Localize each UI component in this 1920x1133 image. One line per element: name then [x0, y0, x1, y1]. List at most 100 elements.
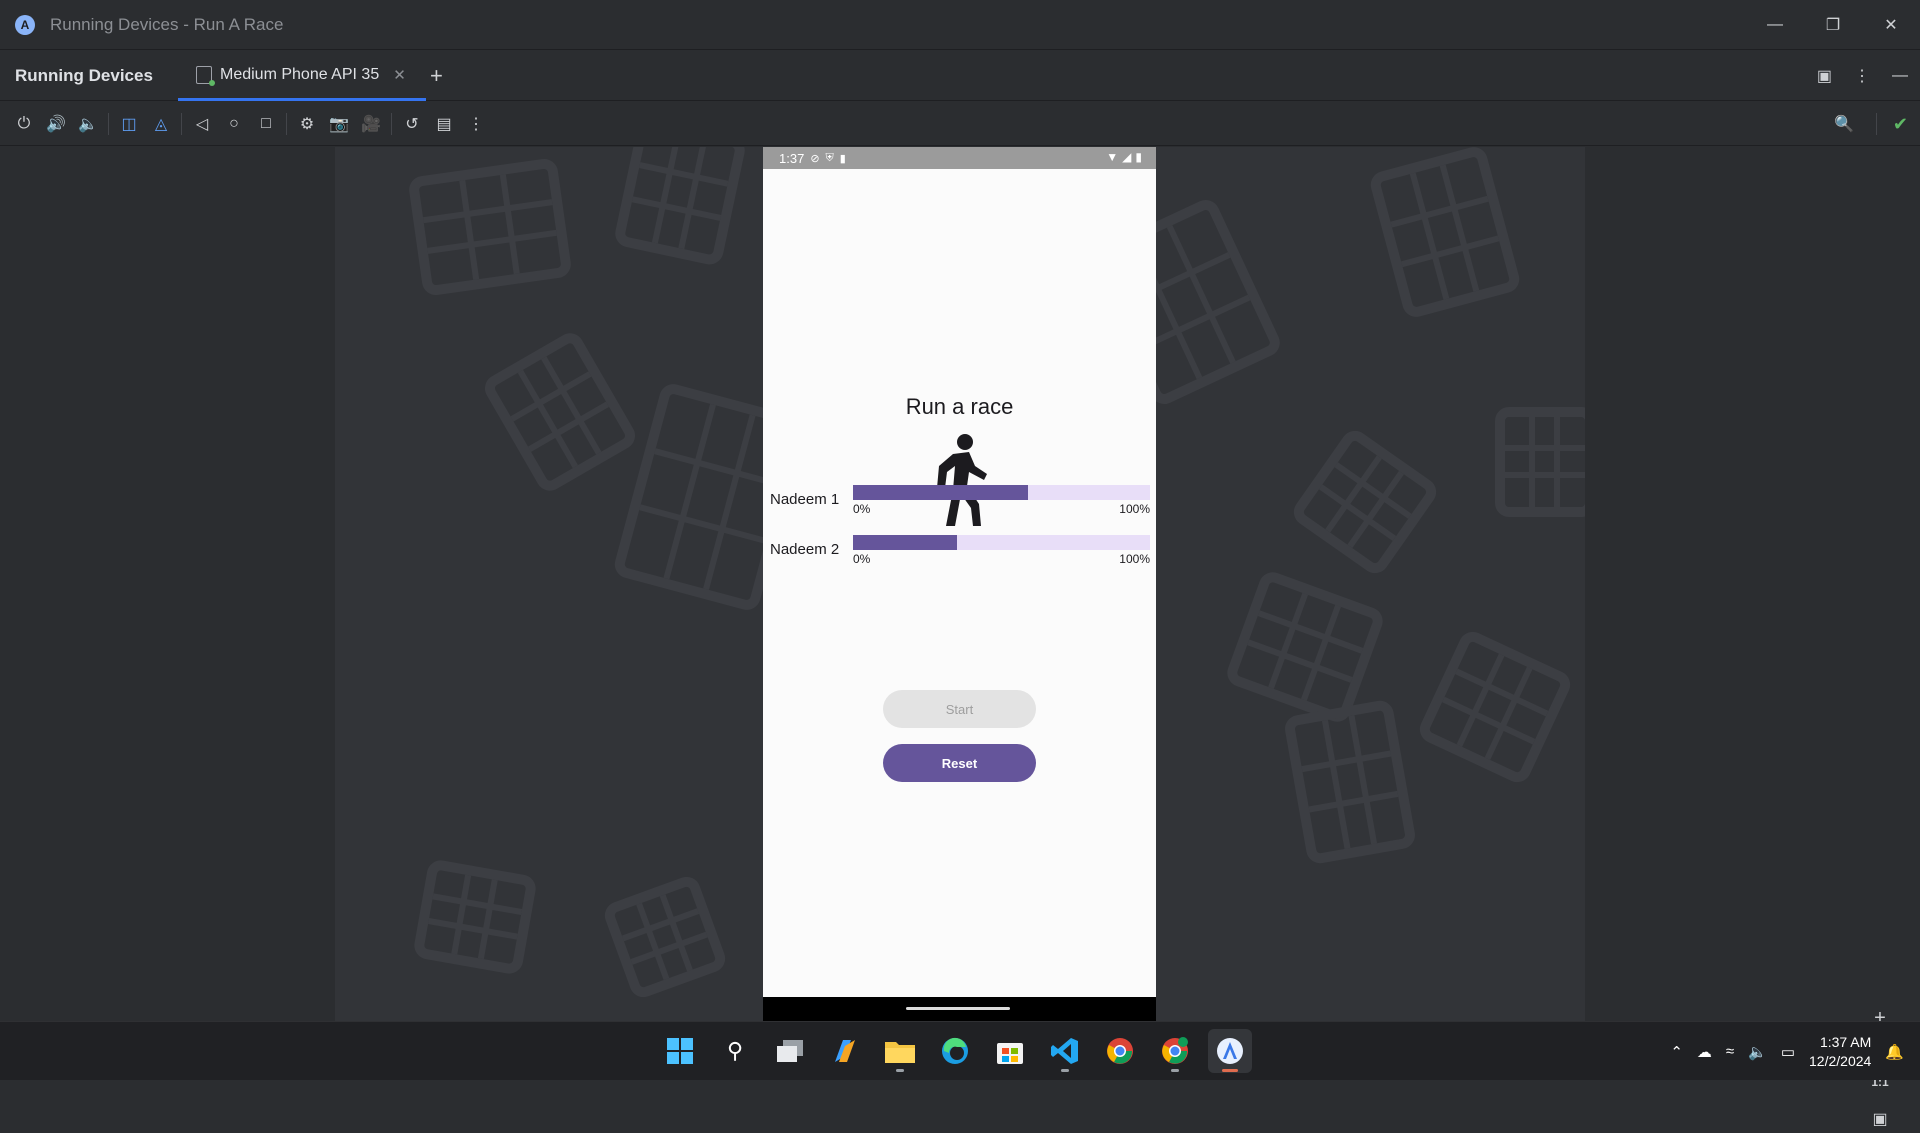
do-not-disturb-icon: ⊘: [810, 152, 820, 165]
device-icon: [196, 65, 215, 86]
panel-title: Running Devices: [15, 65, 153, 85]
volume-down-icon[interactable]: 🔈: [72, 109, 104, 139]
device-settings-icon[interactable]: ⚙: [291, 109, 323, 139]
search-icon[interactable]: ⚲: [713, 1029, 757, 1073]
vscode-icon[interactable]: [1043, 1029, 1087, 1073]
tab-medium-phone[interactable]: Medium Phone API 35 ✕: [178, 51, 426, 101]
title-bar: A Running Devices - Run A Race — ❐ ✕: [0, 0, 1920, 50]
copilot-icon[interactable]: [823, 1029, 867, 1073]
windows-start-icon[interactable]: [658, 1029, 702, 1073]
running-indicator: [1171, 1069, 1179, 1072]
device-toolbar: ⏻ 🔊 🔈 ◫ ◬ ◁ ○ □ ⚙ 📷 🎥 ↺ ▤ ⋮ 🔍 ✔: [0, 102, 1920, 146]
running-indicator: [1061, 1069, 1069, 1072]
home-icon[interactable]: ○: [218, 109, 250, 139]
progress-min-label: 0%: [853, 502, 871, 516]
mirror-icon[interactable]: ▤: [428, 109, 460, 139]
screen-record-icon[interactable]: 🎥: [355, 109, 387, 139]
more-icon[interactable]: ⋮: [460, 109, 492, 139]
running-indicator: [1222, 1069, 1238, 1072]
divider: [1875, 113, 1877, 135]
background-pattern: [1282, 698, 1418, 866]
sd-card-icon: ▮: [839, 152, 846, 165]
signal-icon: ◢: [1122, 150, 1132, 164]
reset-icon[interactable]: ↺: [396, 109, 428, 139]
background-pattern: [1495, 407, 1585, 517]
close-tab-icon[interactable]: ✕: [393, 66, 406, 84]
edge-icon[interactable]: [933, 1029, 977, 1073]
power-icon[interactable]: ⏻: [8, 109, 40, 139]
background-pattern: [1223, 568, 1387, 726]
battery-icon: ▮: [1135, 150, 1142, 164]
background-pattern: [1288, 425, 1442, 579]
overview-icon[interactable]: □: [250, 109, 282, 139]
android-studio-taskbar-icon[interactable]: [1208, 1029, 1252, 1073]
phone-screen[interactable]: 1:37 ⊘ ⛨ ▮ ▼ ◢ ▮ Run a race Nadeem 1 0% …: [763, 147, 1156, 1021]
progress-bar: [853, 535, 1150, 550]
running-indicator: [896, 1069, 904, 1072]
background-pattern: [407, 157, 573, 297]
tab-bar-actions: ▣ ⋮ —: [1817, 51, 1908, 101]
hide-panel-icon[interactable]: —: [1892, 67, 1908, 85]
divider: [286, 112, 287, 135]
minimize-icon[interactable]: —: [1746, 0, 1804, 50]
close-icon[interactable]: ✕: [1862, 0, 1920, 50]
racer-row: Nadeem 1 0% 100%: [770, 485, 1150, 525]
detach-window-icon[interactable]: ▣: [1817, 66, 1832, 86]
progress-fill: [853, 485, 1029, 500]
racer-name: Nadeem 1: [770, 491, 840, 508]
reset-button[interactable]: Reset: [883, 744, 1036, 782]
clock[interactable]: 1:37 AM 12/2/2024: [1809, 1033, 1871, 1071]
chrome-icon[interactable]: [1098, 1029, 1142, 1073]
progress-max-label: 100%: [1119, 502, 1150, 516]
shield-icon: ⛨: [825, 151, 834, 164]
chrome-profile-icon[interactable]: [1153, 1029, 1197, 1073]
toolbar-right: 🔍 ✔: [1828, 102, 1908, 146]
screenshot-icon[interactable]: 📷: [323, 109, 355, 139]
background-pattern: [479, 328, 641, 496]
android-status-bar: 1:37 ⊘ ⛨ ▮ ▼ ◢ ▮: [763, 147, 1156, 169]
divider: [181, 112, 182, 135]
restore-icon[interactable]: ❐: [1804, 0, 1862, 50]
page-title: Run a race: [905, 394, 1014, 419]
android-nav-bar: [763, 997, 1156, 1021]
onedrive-icon[interactable]: ☁: [1697, 1043, 1712, 1061]
status-system-icons: ▼ ◢ ▮: [1106, 150, 1142, 164]
start-button[interactable]: Start: [883, 690, 1036, 728]
add-device-icon[interactable]: +: [430, 63, 443, 89]
divider: [391, 112, 392, 135]
battery-icon[interactable]: ▭: [1781, 1043, 1795, 1061]
volume-icon[interactable]: 🔈: [1748, 1043, 1767, 1061]
rotate-right-icon[interactable]: ◬: [145, 109, 177, 139]
tab-label: Medium Phone API 35: [220, 65, 380, 83]
wifi-icon: ▼: [1106, 150, 1119, 164]
task-view-icon[interactable]: [768, 1029, 812, 1073]
file-explorer-icon[interactable]: [878, 1029, 922, 1073]
chevron-up-icon[interactable]: ⌃: [1670, 1043, 1683, 1061]
clock-time: 1:37 AM: [1819, 1033, 1872, 1050]
window-title: Running Devices - Run A Race: [50, 14, 284, 34]
android-studio-icon: A: [15, 14, 35, 35]
status-notification-icons: ⊘ ⛨ ▮: [810, 152, 846, 165]
wifi-icon[interactable]: ≈: [1726, 1043, 1734, 1060]
window-controls: — ❐ ✕: [1746, 0, 1920, 50]
home-gesture-handle[interactable]: [906, 1007, 1010, 1010]
layout-inspector-icon[interactable]: 🔍: [1828, 109, 1860, 139]
divider: [108, 112, 109, 135]
progress-max-label: 100%: [1119, 552, 1150, 566]
more-options-icon[interactable]: ⋮: [1854, 66, 1870, 86]
running-devices-tab-bar: Running Devices Medium Phone API 35 ✕ + …: [0, 51, 1920, 101]
microsoft-store-icon[interactable]: [988, 1029, 1032, 1073]
app-screen: Run a race Nadeem 1 0% 100% Nadeem 2 0% …: [763, 169, 1156, 997]
racer-row: Nadeem 2 0% 100%: [770, 535, 1150, 575]
notifications-icon[interactable]: 🔔: [1885, 1043, 1904, 1061]
volume-up-icon[interactable]: 🔊: [40, 109, 72, 139]
zoom-fit-icon[interactable]: ▣: [1872, 1109, 1887, 1133]
background-pattern: [412, 858, 538, 976]
rotate-left-icon[interactable]: ◫: [113, 109, 145, 139]
clock-date: 12/2/2024: [1809, 1052, 1872, 1069]
progress-min-label: 0%: [853, 552, 871, 566]
back-icon[interactable]: ◁: [186, 109, 218, 139]
background-pattern: [1367, 147, 1523, 320]
taskbar-apps: ⚲: [658, 1029, 1252, 1073]
racer-name: Nadeem 2: [770, 541, 840, 558]
